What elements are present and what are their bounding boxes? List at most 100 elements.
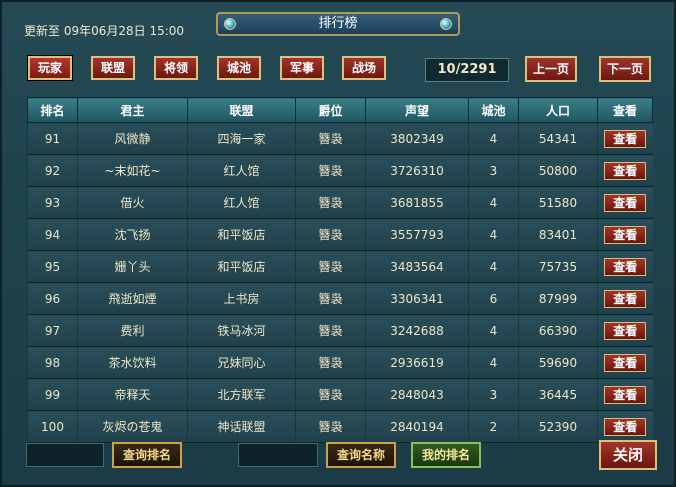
- gem-left-icon: [224, 18, 236, 30]
- table-row: 97 费利 铁马冰河 簪袅 3242688 4 66390 查看: [27, 314, 653, 347]
- table-row: 96 飛逝如煙 上书房 簪袅 3306341 6 87999 查看: [27, 282, 653, 315]
- title-cell: 簪袅: [295, 218, 366, 251]
- table-row: 93 借火 红人馆 簪袅 3681855 4 51580 查看: [27, 186, 653, 219]
- title-cell: 簪袅: [295, 250, 366, 283]
- title-cell: 簪袅: [295, 314, 366, 347]
- tab-player[interactable]: 玩家: [28, 56, 72, 80]
- name-search-input[interactable]: [238, 443, 318, 467]
- col-rank: 排名: [27, 97, 78, 123]
- lord-cell: 茶水饮料: [77, 346, 188, 379]
- view-cell: 查看: [597, 122, 653, 155]
- alliance-cell: 神话联盟: [187, 410, 296, 443]
- table-row: 91 风微静 四海一家 簪袅 3802349 4 54341 查看: [27, 122, 653, 155]
- alliance-cell: 和平饭店: [187, 250, 296, 283]
- table-row: 99 帝释天 北方联军 簪袅 2848043 3 36445 查看: [27, 378, 653, 411]
- ranking-window: 更新至 09年06月28日 15:00 排行榜 玩家 联盟 将领 城池 军事 战…: [0, 0, 676, 487]
- view-cell: 查看: [597, 218, 653, 251]
- rank-cell: 97: [27, 314, 78, 347]
- view-button[interactable]: 查看: [604, 225, 647, 244]
- title-cell: 簪袅: [295, 122, 366, 155]
- title-cell: 簪袅: [295, 154, 366, 187]
- view-cell: 查看: [597, 186, 653, 219]
- alliance-cell: 兄妹同心: [187, 346, 296, 379]
- update-time-text: 更新至 09年06月28日 15:00: [24, 24, 185, 38]
- view-button[interactable]: 查看: [604, 257, 647, 276]
- view-cell: 查看: [597, 282, 653, 315]
- view-cell: 查看: [597, 410, 653, 443]
- cities-cell: 3: [468, 154, 519, 187]
- alliance-cell: 北方联军: [187, 378, 296, 411]
- ranking-title-bar: 排行榜: [216, 12, 460, 36]
- lord-cell: 费利: [77, 314, 188, 347]
- close-button[interactable]: 关闭: [599, 440, 657, 470]
- view-button[interactable]: 查看: [604, 417, 647, 436]
- cities-cell: 4: [468, 250, 519, 283]
- population-cell: 50800: [518, 154, 598, 187]
- population-cell: 87999: [518, 282, 598, 315]
- cities-cell: 4: [468, 218, 519, 251]
- rank-cell: 93: [27, 186, 78, 219]
- view-button[interactable]: 查看: [604, 129, 647, 148]
- table-row: 94 沈飞扬 和平饭店 簪袅 3557793 4 83401 查看: [27, 218, 653, 251]
- population-cell: 54341: [518, 122, 598, 155]
- lord-cell: 飛逝如煙: [77, 282, 188, 315]
- view-cell: 查看: [597, 154, 653, 187]
- cities-cell: 4: [468, 314, 519, 347]
- lord-cell: 灰烬の苍鬼: [77, 410, 188, 443]
- alliance-cell: 红人馆: [187, 186, 296, 219]
- population-cell: 83401: [518, 218, 598, 251]
- rank-search-button[interactable]: 查询排名: [112, 442, 182, 468]
- col-title: 爵位: [295, 97, 366, 123]
- title-cell: 簪袅: [295, 282, 366, 315]
- table-row: 98 茶水饮料 兄妹同心 簪袅 2936619 4 59690 查看: [27, 346, 653, 379]
- view-cell: 查看: [597, 314, 653, 347]
- rank-cell: 92: [27, 154, 78, 187]
- name-search-button[interactable]: 查询名称: [326, 442, 396, 468]
- tab-general[interactable]: 将领: [154, 56, 198, 80]
- my-rank-button[interactable]: 我的排名: [411, 442, 481, 468]
- lord-cell: ~末如花~: [77, 154, 188, 187]
- prestige-cell: 3242688: [365, 314, 469, 347]
- tab-military[interactable]: 军事: [280, 56, 324, 80]
- prestige-cell: 3483564: [365, 250, 469, 283]
- page-indicator: 10/2291: [425, 58, 509, 82]
- title-cell: 簪袅: [295, 186, 366, 219]
- prestige-cell: 3306341: [365, 282, 469, 315]
- tab-alliance[interactable]: 联盟: [91, 56, 135, 80]
- cities-cell: 4: [468, 122, 519, 155]
- tab-city[interactable]: 城池: [217, 56, 261, 80]
- rank-cell: 100: [27, 410, 78, 443]
- col-view: 查看: [597, 97, 653, 123]
- alliance-cell: 四海一家: [187, 122, 296, 155]
- rank-cell: 94: [27, 218, 78, 251]
- table-header-row: 排名 君主 联盟 爵位 声望 城池 人口 查看: [27, 97, 653, 123]
- view-button[interactable]: 查看: [604, 321, 647, 340]
- rank-cell: 98: [27, 346, 78, 379]
- view-cell: 查看: [597, 346, 653, 379]
- alliance-cell: 上书房: [187, 282, 296, 315]
- lord-cell: 沈飞扬: [77, 218, 188, 251]
- prestige-cell: 3726310: [365, 154, 469, 187]
- view-cell: 查看: [597, 378, 653, 411]
- rank-cell: 91: [27, 122, 78, 155]
- prestige-cell: 3681855: [365, 186, 469, 219]
- view-button[interactable]: 查看: [604, 289, 647, 308]
- rank-search-input[interactable]: [26, 443, 104, 467]
- tab-battlefield[interactable]: 战场: [342, 56, 386, 80]
- population-cell: 59690: [518, 346, 598, 379]
- view-button[interactable]: 查看: [604, 193, 647, 212]
- col-population: 人口: [518, 97, 598, 123]
- view-button[interactable]: 查看: [604, 161, 647, 180]
- prev-page-button[interactable]: 上一页: [525, 56, 577, 82]
- next-page-button[interactable]: 下一页: [599, 56, 651, 82]
- rank-cell: 99: [27, 378, 78, 411]
- population-cell: 36445: [518, 378, 598, 411]
- gem-right-icon: [440, 18, 452, 30]
- view-button[interactable]: 查看: [604, 353, 647, 372]
- view-cell: 查看: [597, 250, 653, 283]
- ranking-table: 排名 君主 联盟 爵位 声望 城池 人口 查看 91 风微静 四海一家 簪袅 3…: [27, 97, 653, 443]
- view-button[interactable]: 查看: [604, 385, 647, 404]
- title-cell: 簪袅: [295, 410, 366, 443]
- title-cell: 簪袅: [295, 346, 366, 379]
- alliance-cell: 铁马冰河: [187, 314, 296, 347]
